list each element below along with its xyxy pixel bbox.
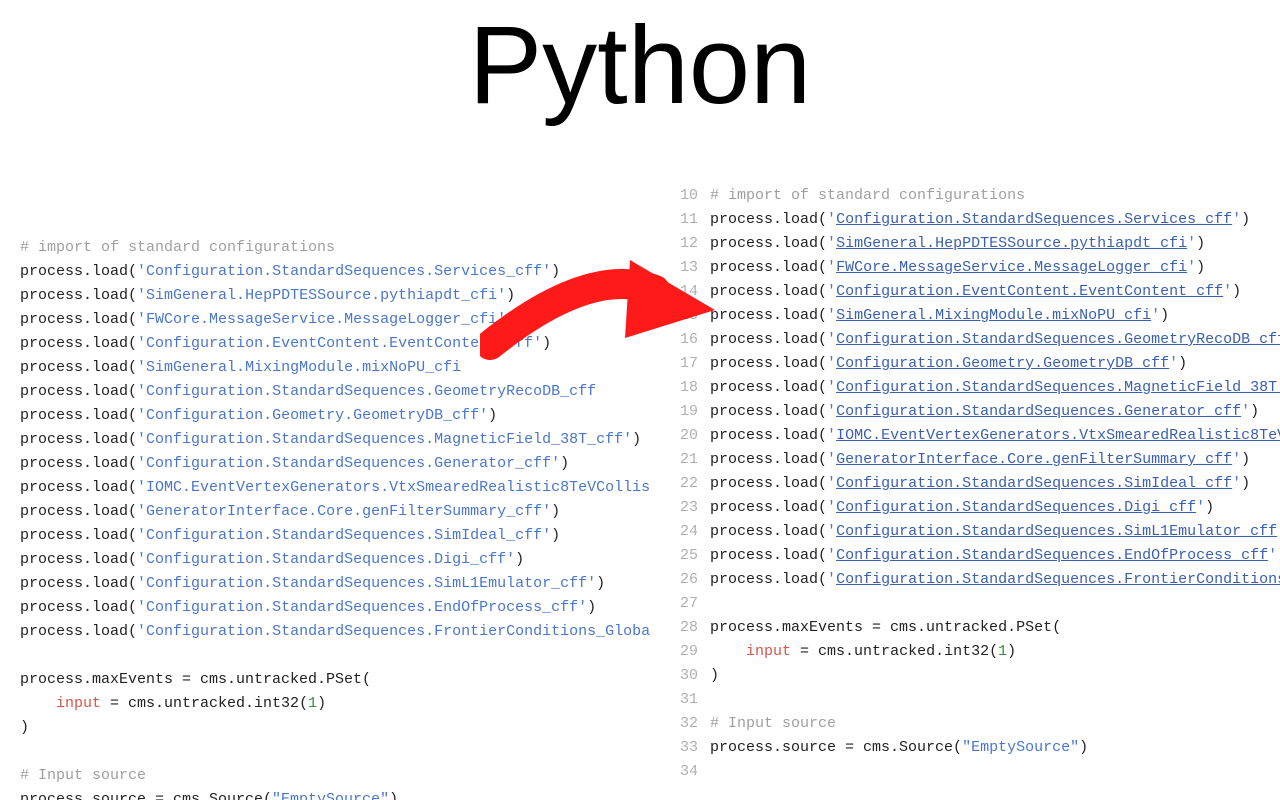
line-number: 14 [680,280,698,304]
code-line: ) [710,664,1280,688]
code-line: # import of standard configurations [20,236,680,260]
code-line: process.load('Configuration.StandardSequ… [710,328,1280,352]
code-line: # Input source [20,764,680,788]
page-title: Python [0,0,1280,132]
line-number: 24 [680,520,698,544]
code-line [20,740,680,764]
code-line: process.load('SimGeneral.MixingModule.mi… [710,304,1280,328]
line-number: 27 [680,592,698,616]
code-line: input = cms.untracked.int32(1) [710,640,1280,664]
code-line: process.load('Configuration.StandardSequ… [20,572,680,596]
code-line: input = cms.untracked.int32(1) [20,692,680,716]
line-number: 16 [680,328,698,352]
line-number: 31 [680,688,698,712]
code-line: process.load('SimGeneral.MixingModule.mi… [20,356,680,380]
line-number: 30 [680,664,698,688]
code-line: process.load('IOMC.EventVertexGenerators… [710,424,1280,448]
line-number: 28 [680,616,698,640]
line-number: 34 [680,760,698,784]
code-line: process.load('FWCore.MessageService.Mess… [20,308,680,332]
code-line: process.load('Configuration.StandardSequ… [710,544,1280,568]
code-line: process.load('Configuration.StandardSequ… [710,568,1280,592]
line-number: 19 [680,400,698,424]
line-number: 33 [680,736,698,760]
code-line: process.load('IOMC.EventVertexGenerators… [20,476,680,500]
code-line: process.load('Configuration.StandardSequ… [20,548,680,572]
code-line: process.source = cms.Source("EmptySource… [710,736,1280,760]
line-number: 12 [680,232,698,256]
line-number: 29 [680,640,698,664]
code-line [710,760,1280,784]
code-line: process.load('Configuration.StandardSequ… [20,428,680,452]
code-line: process.load('Configuration.StandardSequ… [20,380,680,404]
code-line: process.load('Configuration.EventContent… [20,332,680,356]
code-line: process.load('Configuration.StandardSequ… [710,520,1280,544]
code-line: process.load('Configuration.Geometry.Geo… [710,352,1280,376]
code-line [20,644,680,668]
line-number: 20 [680,424,698,448]
code-line: ) [20,716,680,740]
code-line: process.load('Configuration.Geometry.Geo… [20,404,680,428]
code-line: process.load('Configuration.StandardSequ… [20,260,680,284]
code-line: process.load('FWCore.MessageService.Mess… [710,256,1280,280]
code-line: process.load('Configuration.EventContent… [710,280,1280,304]
code-line: process.maxEvents = cms.untracked.PSet( [20,668,680,692]
line-number: 10 [680,184,698,208]
line-number: 13 [680,256,698,280]
line-number: 21 [680,448,698,472]
code-line: process.load('SimGeneral.HepPDTESSource.… [710,232,1280,256]
code-line: process.load('Configuration.StandardSequ… [710,496,1280,520]
line-number: 25 [680,544,698,568]
code-line: process.load('Configuration.StandardSequ… [710,472,1280,496]
code-line: process.maxEvents = cms.untracked.PSet( [710,616,1280,640]
line-number-gutter: 1011121314151617181920212223242526272829… [680,180,710,800]
line-number: 11 [680,208,698,232]
code-line: # Input source [710,712,1280,736]
line-number: 17 [680,352,698,376]
code-line: process.load('Configuration.StandardSequ… [20,596,680,620]
code-line: process.load('SimGeneral.HepPDTESSource.… [20,284,680,308]
code-line: process.load('Configuration.StandardSequ… [20,524,680,548]
code-line: process.load('Configuration.StandardSequ… [20,620,680,644]
code-line: # import of standard configurations [710,184,1280,208]
code-line: process.load('Configuration.StandardSequ… [710,376,1280,400]
code-line: process.load('Configuration.StandardSequ… [710,400,1280,424]
code-line: process.source = cms.Source("EmptySource… [20,788,680,800]
code-line: process.load('GeneratorInterface.Core.ge… [710,448,1280,472]
line-number: 22 [680,472,698,496]
code-line: process.load('GeneratorInterface.Core.ge… [20,500,680,524]
line-number: 26 [680,568,698,592]
code-pane-right: 1011121314151617181920212223242526272829… [680,180,1280,800]
line-number: 18 [680,376,698,400]
code-line: process.load('Configuration.StandardSequ… [20,452,680,476]
line-number: 32 [680,712,698,736]
code-line [710,592,1280,616]
line-number: 15 [680,304,698,328]
line-number: 23 [680,496,698,520]
code-line [710,688,1280,712]
code-line: process.load('Configuration.StandardSequ… [710,208,1280,232]
code-pane-left: # import of standard configurationsproce… [0,180,680,800]
